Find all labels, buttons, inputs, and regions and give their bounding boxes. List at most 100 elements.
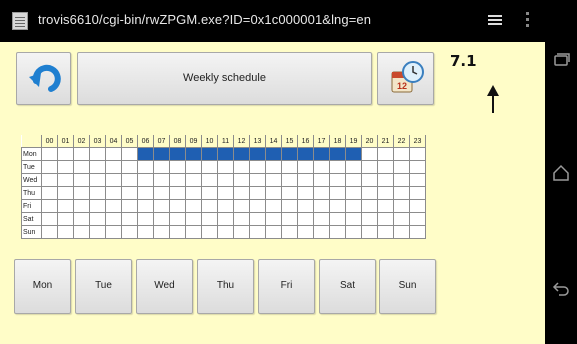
schedule-cell[interactable] [329,199,346,213]
schedule-cell[interactable] [201,173,218,187]
schedule-cell[interactable] [265,225,282,239]
schedule-cell[interactable] [281,225,298,239]
schedule-cell[interactable] [153,212,170,226]
schedule-cell[interactable] [409,186,426,200]
day-button-mon[interactable]: Mon [14,259,71,314]
schedule-cell[interactable] [265,173,282,187]
schedule-cell[interactable] [153,186,170,200]
schedule-cell[interactable] [281,186,298,200]
schedule-cell[interactable] [201,186,218,200]
schedule-cell[interactable] [57,186,74,200]
schedule-cell[interactable] [89,186,106,200]
schedule-cell[interactable] [361,212,378,226]
schedule-cell[interactable] [297,160,314,174]
schedule-cell[interactable] [121,186,138,200]
schedule-cell[interactable] [185,199,202,213]
schedule-cell[interactable] [73,186,90,200]
schedule-cell[interactable] [41,199,58,213]
schedule-cell[interactable] [249,199,266,213]
schedule-cell[interactable] [41,160,58,174]
schedule-cell[interactable] [185,186,202,200]
schedule-cell[interactable] [169,147,186,161]
schedule-cell[interactable] [249,173,266,187]
schedule-cell[interactable] [393,173,410,187]
schedule-cell[interactable] [361,147,378,161]
schedule-cell[interactable] [105,147,122,161]
schedule-cell[interactable] [265,212,282,226]
schedule-cell[interactable] [57,147,74,161]
schedule-cell[interactable] [217,199,234,213]
schedule-cell[interactable] [73,160,90,174]
schedule-cell[interactable] [217,173,234,187]
schedule-cell[interactable] [249,225,266,239]
schedule-cell[interactable] [265,147,282,161]
schedule-cell[interactable] [233,186,250,200]
schedule-cell[interactable] [281,173,298,187]
url-text[interactable]: trovis6610/cgi-bin/rwZPGM.exe?ID=0x1c000… [38,12,371,27]
schedule-cell[interactable] [377,173,394,187]
schedule-cell[interactable] [409,199,426,213]
schedule-cell[interactable] [137,147,154,161]
weekly-schedule-grid[interactable]: 00 01 02 03 04 05 06 07 08 09 10 11 12 13 14 15 16 17 18 19… [21,135,426,239]
schedule-cell[interactable] [393,225,410,239]
schedule-cell[interactable] [233,147,250,161]
schedule-cell[interactable] [297,225,314,239]
home-icon[interactable] [551,163,571,183]
schedule-cell[interactable] [297,173,314,187]
schedule-cell[interactable] [169,199,186,213]
schedule-cell[interactable] [185,160,202,174]
schedule-cell[interactable] [137,160,154,174]
schedule-cell[interactable] [377,199,394,213]
schedule-cell[interactable] [137,199,154,213]
schedule-cell[interactable] [41,212,58,226]
schedule-cell[interactable] [89,199,106,213]
day-button-thu[interactable]: Thu [197,259,254,314]
weekly-schedule-button[interactable]: Weekly schedule [77,52,372,105]
schedule-cell[interactable] [217,186,234,200]
schedule-cell[interactable] [105,212,122,226]
day-button-sun[interactable]: Sun [379,259,436,314]
schedule-cell[interactable] [89,225,106,239]
schedule-cell[interactable] [57,173,74,187]
schedule-cell[interactable] [105,173,122,187]
schedule-cell[interactable] [41,225,58,239]
schedule-cell[interactable] [297,212,314,226]
schedule-cell[interactable] [313,173,330,187]
schedule-cell[interactable] [169,186,186,200]
menu-icon[interactable] [488,15,502,26]
schedule-cell[interactable] [217,147,234,161]
schedule-cell[interactable] [121,173,138,187]
day-button-fri[interactable]: Fri [258,259,315,314]
schedule-cell[interactable] [137,225,154,239]
schedule-cell[interactable] [137,186,154,200]
schedule-cell[interactable] [201,225,218,239]
schedule-cell[interactable] [249,147,266,161]
schedule-cell[interactable] [233,173,250,187]
schedule-cell[interactable] [393,199,410,213]
schedule-cell[interactable] [73,199,90,213]
schedule-cell[interactable] [345,212,362,226]
schedule-cell[interactable] [361,173,378,187]
schedule-cell[interactable] [345,173,362,187]
schedule-cell[interactable] [249,186,266,200]
schedule-cell[interactable] [265,186,282,200]
schedule-cell[interactable] [201,160,218,174]
schedule-cell[interactable] [121,225,138,239]
schedule-cell[interactable] [217,160,234,174]
schedule-cell[interactable] [313,147,330,161]
schedule-cell[interactable] [121,147,138,161]
schedule-cell[interactable] [153,160,170,174]
schedule-cell[interactable] [153,199,170,213]
schedule-cell[interactable] [329,186,346,200]
schedule-cell[interactable] [169,225,186,239]
schedule-cell[interactable] [169,173,186,187]
schedule-cell[interactable] [185,147,202,161]
schedule-cell[interactable] [409,225,426,239]
schedule-cell[interactable] [345,225,362,239]
schedule-cell[interactable] [121,160,138,174]
schedule-cell[interactable] [345,186,362,200]
schedule-cell[interactable] [185,173,202,187]
schedule-cell[interactable] [89,160,106,174]
schedule-cell[interactable] [217,212,234,226]
schedule-cell[interactable] [41,186,58,200]
